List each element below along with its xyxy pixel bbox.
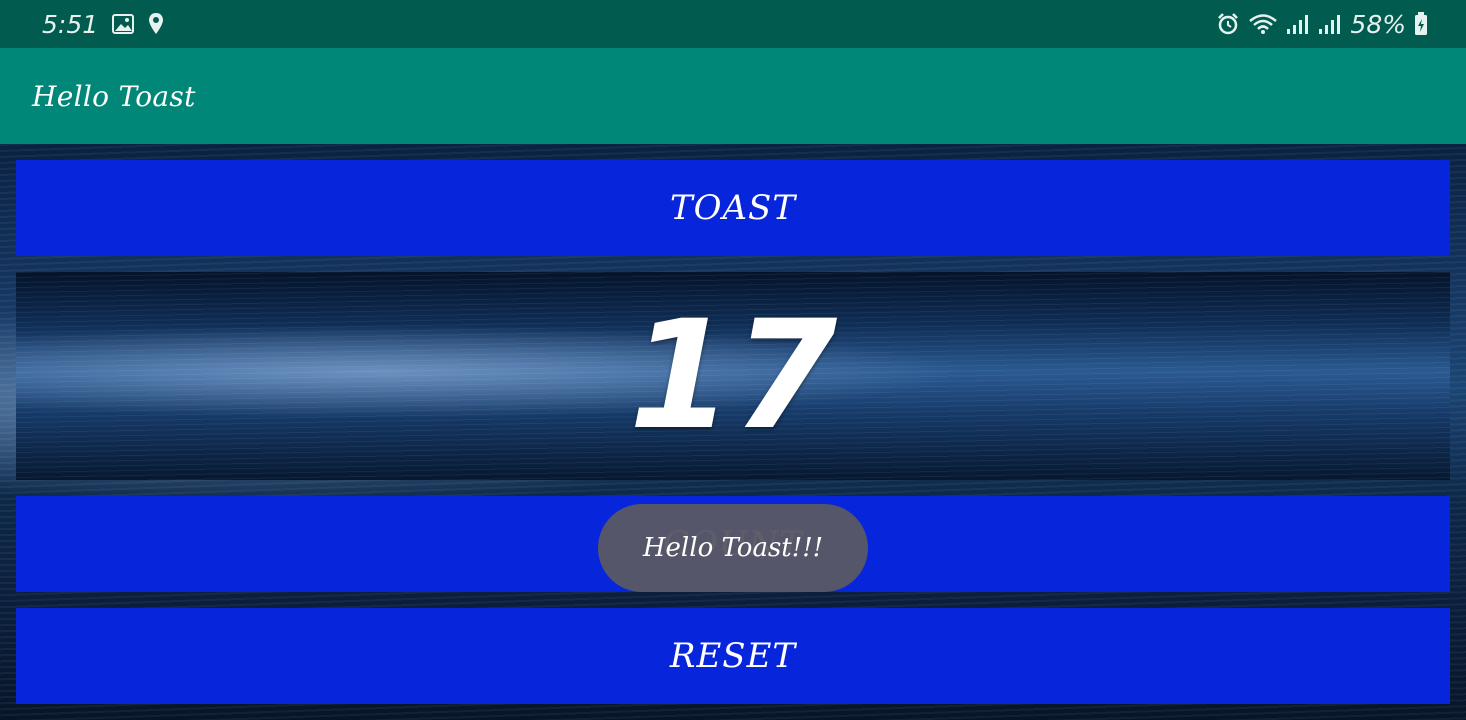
battery-charging-icon bbox=[1414, 12, 1428, 36]
wifi-icon bbox=[1248, 13, 1278, 35]
image-icon bbox=[112, 14, 135, 34]
reset-button[interactable]: RESET bbox=[16, 608, 1450, 704]
location-icon bbox=[148, 12, 164, 36]
signal-icon bbox=[1318, 13, 1342, 35]
screen: 5:51 58% Hello Toast TOAST 17 RESET Hell… bbox=[0, 0, 1466, 720]
app-bar: Hello Toast bbox=[0, 48, 1466, 144]
count-display: 17 bbox=[16, 272, 1450, 480]
battery-percent: 58% bbox=[1350, 9, 1406, 39]
status-bar: 5:51 58% bbox=[0, 0, 1466, 48]
signal-icon bbox=[1286, 13, 1310, 35]
app-title: Hello Toast bbox=[32, 79, 196, 113]
status-time: 5:51 bbox=[42, 9, 99, 39]
count-value: 17 bbox=[628, 289, 838, 463]
toast-button[interactable]: TOAST bbox=[16, 160, 1450, 256]
alarm-icon bbox=[1216, 12, 1240, 36]
status-right: 58% bbox=[1216, 10, 1428, 39]
toast-message: Hello Toast!!! bbox=[598, 504, 868, 592]
status-left: 5:51 bbox=[42, 10, 164, 39]
